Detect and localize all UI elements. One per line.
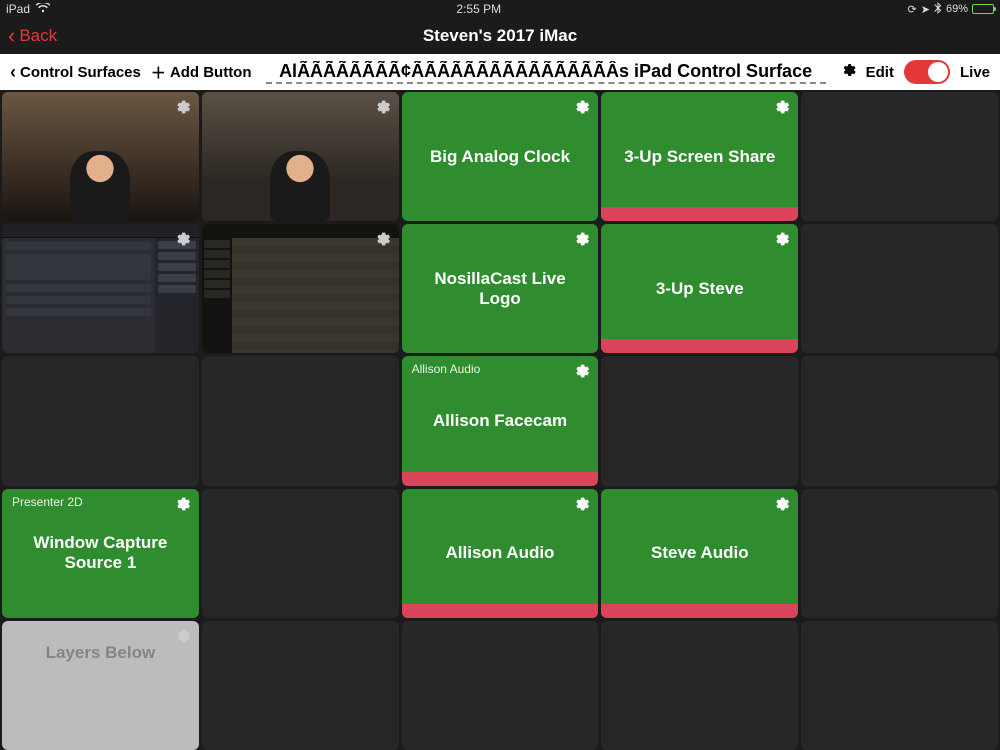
tile-label: NosillaCast Live Logo xyxy=(402,224,599,353)
page-title: Steven's 2017 iMac xyxy=(423,26,577,46)
add-button[interactable]: ＋ Add Button xyxy=(151,62,252,83)
control-surfaces-label: Control Surfaces xyxy=(20,64,141,81)
empty-slot[interactable] xyxy=(601,621,798,750)
gear-icon[interactable] xyxy=(173,230,191,248)
gear-icon[interactable] xyxy=(772,98,790,116)
ios-status-bar: iPad 2:55 PM ⟳ ➤ 69% xyxy=(0,0,1000,18)
tile-status-bar xyxy=(402,472,599,486)
wifi-icon xyxy=(36,2,50,16)
gear-icon[interactable] xyxy=(373,98,391,116)
chevron-left-icon: ‹ xyxy=(10,62,16,83)
orientation-lock-icon: ⟳ xyxy=(908,3,917,16)
empty-slot[interactable] xyxy=(801,92,998,221)
window-capture-tile[interactable]: Presenter 2DWindow Capture Source 1 xyxy=(2,489,199,618)
tile-grid: Big Analog Clock3-Up Screen ShareNosilla… xyxy=(0,90,1000,750)
video-tile-1[interactable] xyxy=(2,92,199,221)
tile-label: Steve Audio xyxy=(601,489,798,618)
gear-icon[interactable] xyxy=(173,495,191,513)
layers-below-tile[interactable]: Layers Below xyxy=(2,621,199,750)
plus-icon: ＋ xyxy=(151,62,166,83)
tile-label: Big Analog Clock xyxy=(402,92,599,221)
allison-facecam-tile[interactable]: Allison AudioAllison Facecam xyxy=(402,356,599,485)
tile-label: 3-Up Screen Share xyxy=(601,92,798,221)
tile-label: Layers Below xyxy=(2,621,199,750)
back-button[interactable]: ‹ Back xyxy=(8,18,57,54)
live-toggle[interactable] xyxy=(904,60,950,84)
gear-icon[interactable] xyxy=(772,495,790,513)
chevron-left-icon: ‹ xyxy=(8,25,15,47)
back-label: Back xyxy=(19,26,57,46)
gear-icon[interactable] xyxy=(572,495,590,513)
discord-tile[interactable] xyxy=(2,224,199,353)
tile-label: Window Capture Source 1 xyxy=(2,489,199,618)
empty-slot[interactable] xyxy=(202,489,399,618)
empty-slot[interactable] xyxy=(801,356,998,485)
tile-status-bar xyxy=(402,604,599,618)
tile-label: Allison Audio xyxy=(402,489,599,618)
surface-settings-button[interactable] xyxy=(840,62,856,83)
3up-screen-share-tile[interactable]: 3-Up Screen Share xyxy=(601,92,798,221)
tile-status-bar xyxy=(601,604,798,618)
nosillacast-live-logo-tile[interactable]: NosillaCast Live Logo xyxy=(402,224,599,353)
location-icon: ➤ xyxy=(921,3,930,16)
empty-slot[interactable] xyxy=(402,621,599,750)
tile-label: 3-Up Steve xyxy=(601,224,798,353)
gear-icon[interactable] xyxy=(572,230,590,248)
empty-slot[interactable] xyxy=(801,489,998,618)
empty-slot[interactable] xyxy=(202,356,399,485)
device-label: iPad xyxy=(6,2,30,16)
clock: 2:55 PM xyxy=(456,2,501,16)
empty-slot[interactable] xyxy=(801,621,998,750)
gear-icon[interactable] xyxy=(373,230,391,248)
gear-icon[interactable] xyxy=(572,98,590,116)
battery-icon xyxy=(972,4,994,14)
empty-slot[interactable] xyxy=(801,224,998,353)
tile-status-bar xyxy=(601,339,798,353)
bluetooth-icon xyxy=(934,2,942,17)
gear-icon[interactable] xyxy=(173,627,191,645)
video-tile-2[interactable] xyxy=(202,92,399,221)
editor-tile[interactable] xyxy=(202,224,399,353)
3up-steve-tile[interactable]: 3-Up Steve xyxy=(601,224,798,353)
steve-audio-tile[interactable]: Steve Audio xyxy=(601,489,798,618)
battery-pct: 69% xyxy=(946,3,968,15)
tile-status-bar xyxy=(601,207,798,221)
toolbar: ‹ Control Surfaces ＋ Add Button AlÃÃÃÃÃÃ… xyxy=(0,54,1000,90)
empty-slot[interactable] xyxy=(601,356,798,485)
gear-icon[interactable] xyxy=(772,230,790,248)
allison-audio-tile[interactable]: Allison Audio xyxy=(402,489,599,618)
big-analog-clock-tile[interactable]: Big Analog Clock xyxy=(402,92,599,221)
empty-slot[interactable] xyxy=(2,356,199,485)
gear-icon[interactable] xyxy=(173,98,191,116)
live-label: Live xyxy=(960,64,990,81)
tile-label: Allison Facecam xyxy=(402,356,599,485)
gear-icon[interactable] xyxy=(572,362,590,380)
nav-bar: ‹ Back Steven's 2017 iMac xyxy=(0,18,1000,54)
control-surfaces-back-button[interactable]: ‹ Control Surfaces xyxy=(10,62,141,83)
empty-slot[interactable] xyxy=(202,621,399,750)
surface-name-field[interactable]: AlÃÃÃÃÃÃÃÃ¢ÃÃÃÃÃÃÃÃÃÃÃÃÃÃÃÂs iPad Contro… xyxy=(266,61,826,84)
add-button-label: Add Button xyxy=(170,64,252,81)
edit-label: Edit xyxy=(866,64,894,81)
